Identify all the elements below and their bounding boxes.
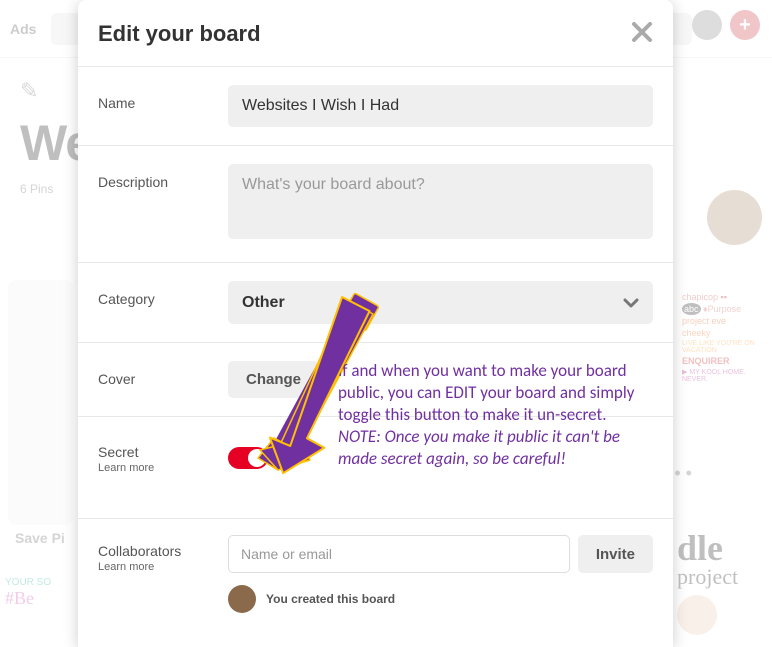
created-board-text: You created this board bbox=[266, 592, 395, 606]
name-label: Name bbox=[98, 85, 228, 111]
learn-more-link[interactable]: Learn more bbox=[98, 462, 228, 474]
category-value: Other bbox=[242, 294, 285, 312]
change-cover-button[interactable]: Change bbox=[228, 361, 319, 398]
description-input[interactable] bbox=[228, 164, 653, 239]
edit-board-modal: Edit your board Name Description Categor… bbox=[78, 0, 673, 647]
learn-more-link[interactable]: Learn more bbox=[98, 561, 228, 573]
chevron-down-icon bbox=[623, 292, 639, 313]
name-input[interactable] bbox=[228, 85, 653, 127]
cover-label: Cover bbox=[98, 361, 228, 387]
collaborators-label: Collaborators bbox=[98, 543, 181, 559]
secret-label: Secret bbox=[98, 444, 138, 460]
modal-title: Edit your board bbox=[98, 21, 261, 47]
invite-button[interactable]: Invite bbox=[578, 535, 653, 573]
category-select[interactable]: Other bbox=[228, 281, 653, 324]
collaborator-input[interactable] bbox=[228, 535, 570, 573]
secret-toggle[interactable] bbox=[228, 447, 268, 469]
close-icon[interactable] bbox=[631, 20, 653, 48]
category-label: Category bbox=[98, 281, 228, 307]
description-label: Description bbox=[98, 164, 228, 190]
creator-avatar bbox=[228, 585, 256, 613]
